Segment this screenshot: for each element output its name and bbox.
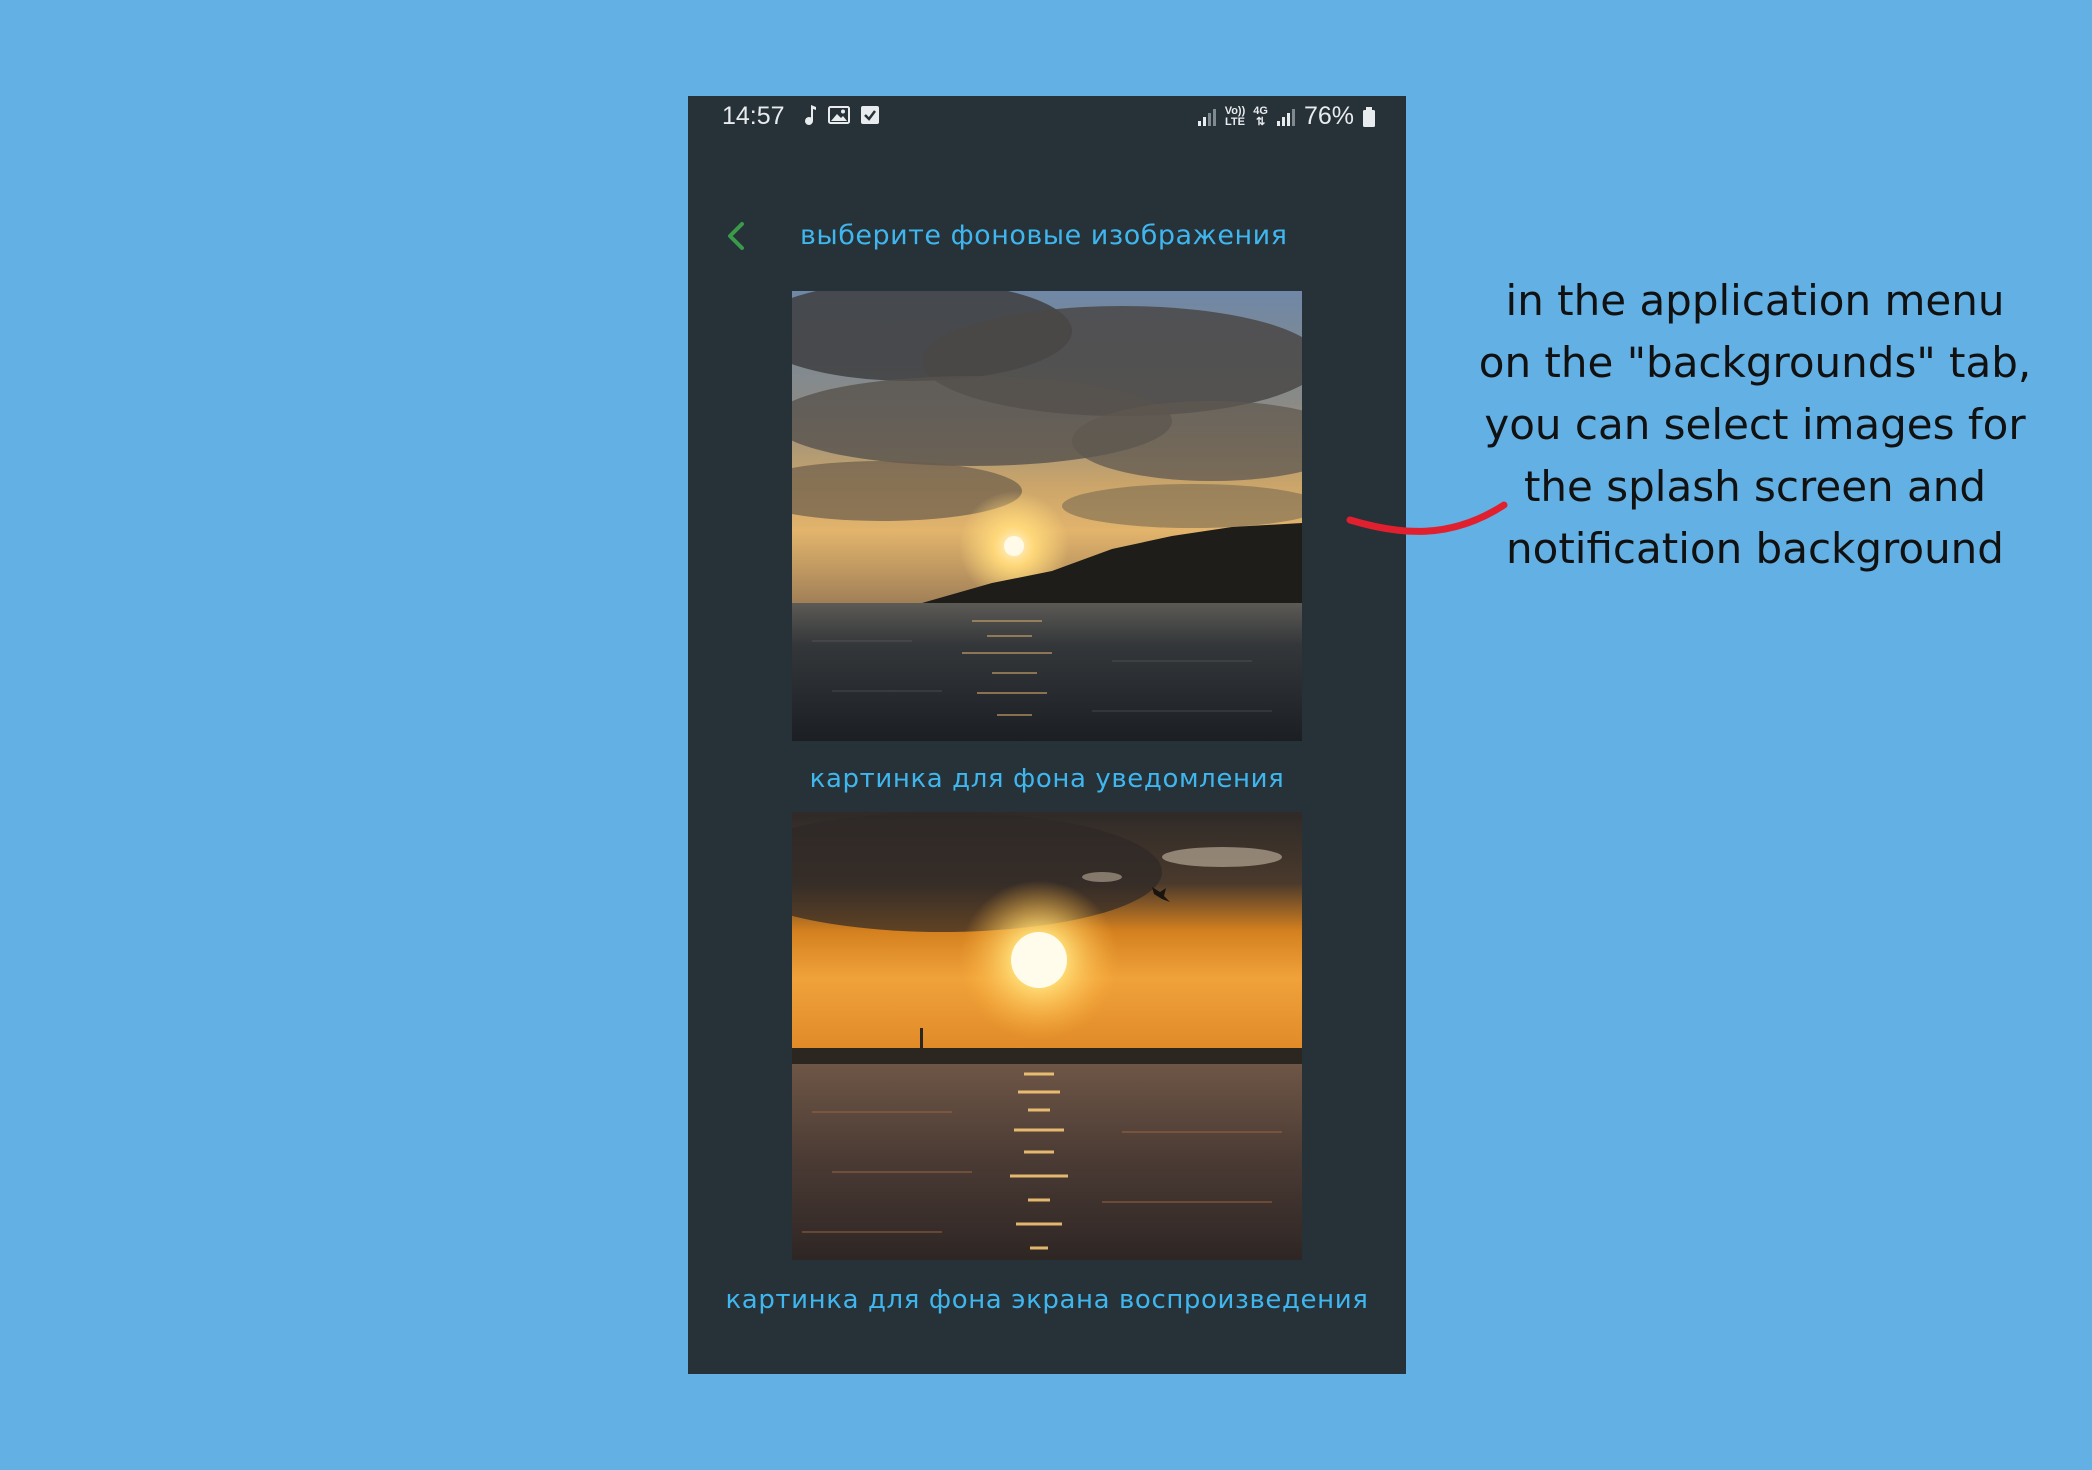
volte-indicator: Vo)) LTE	[1224, 104, 1246, 128]
page-title: выберите фоновые изображения	[800, 220, 1288, 251]
data-arrows-icon: ⇅	[1256, 115, 1266, 128]
chevron-left-icon	[728, 222, 744, 250]
sunset-water-photo	[792, 812, 1302, 1260]
phone-screen: 14:57 Vo)) LTE 4G ⇅ 76% выберите фоновые…	[688, 96, 1406, 1374]
battery-percent: 76%	[1303, 102, 1354, 130]
status-right-group: Vo)) LTE 4G ⇅ 76%	[1197, 102, 1376, 131]
status-time: 14:57	[722, 102, 785, 130]
battery-icon	[1363, 106, 1375, 127]
volte-label-bottom: LTE	[1224, 115, 1245, 128]
music-note-icon	[805, 105, 816, 125]
back-button[interactable]	[720, 216, 754, 256]
annotation-line: you can select images for	[1484, 400, 2026, 449]
notification-background-caption: картинка для фона уведомления	[809, 764, 1285, 794]
volte-label-top: Vo))	[1224, 104, 1246, 117]
annotation-text: in the application menu on the "backgrou…	[1470, 270, 2040, 580]
annotation-line: notification background	[1506, 524, 2004, 573]
sunset-lake-photo	[792, 291, 1302, 741]
status-left-icons	[802, 104, 880, 126]
annotation-line: in the application menu	[1505, 276, 2005, 325]
checkbox-icon	[861, 106, 879, 124]
image-icon	[828, 106, 850, 124]
annotation-line: on the "backgrounds" tab,	[1478, 338, 2032, 387]
network-label: 4G	[1253, 104, 1268, 117]
notification-background-image[interactable]	[792, 291, 1302, 741]
playback-background-caption: картинка для фона экрана воспроизведения	[725, 1285, 1369, 1315]
status-bar: 14:57 Vo)) LTE 4G ⇅ 76%	[688, 96, 1406, 136]
screenshot-canvas: 14:57 Vo)) LTE 4G ⇅ 76% выберите фоновые…	[0, 0, 2092, 1470]
signal-icon-2	[1276, 108, 1295, 126]
toolbar: выберите фоновые изображения	[688, 206, 1406, 266]
annotation-line: the splash screen and	[1523, 462, 1987, 511]
playback-background-image[interactable]	[792, 812, 1302, 1260]
network-indicator: 4G ⇅	[1253, 104, 1268, 128]
signal-icon	[1197, 108, 1216, 126]
